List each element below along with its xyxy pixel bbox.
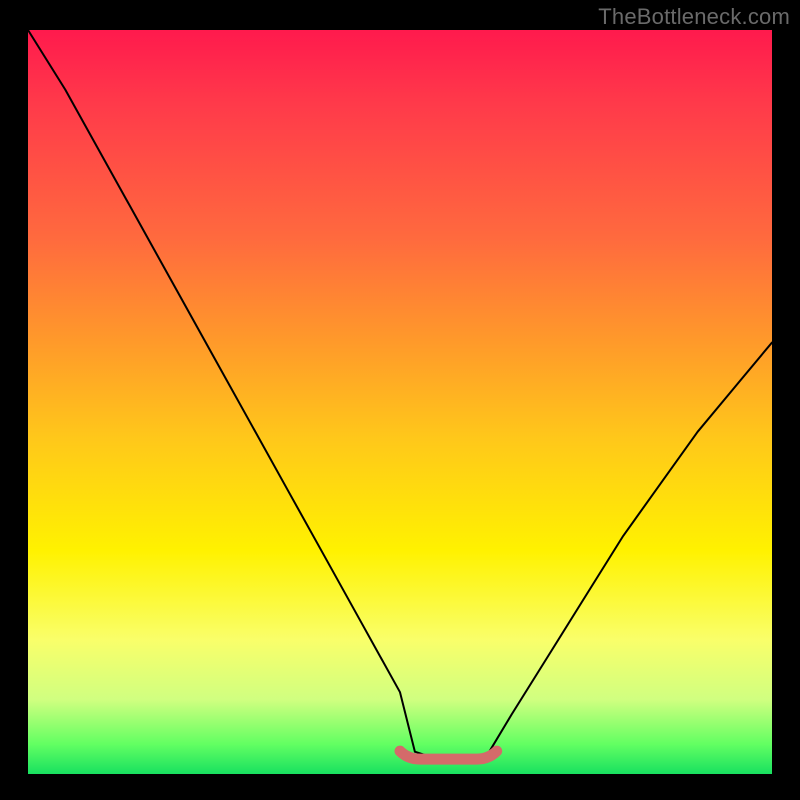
- chart-frame: TheBottleneck.com: [0, 0, 800, 800]
- plot-area: [28, 30, 772, 774]
- attribution-label: TheBottleneck.com: [598, 4, 790, 30]
- curve-svg: [28, 30, 772, 774]
- bottleneck-curve: [28, 30, 772, 759]
